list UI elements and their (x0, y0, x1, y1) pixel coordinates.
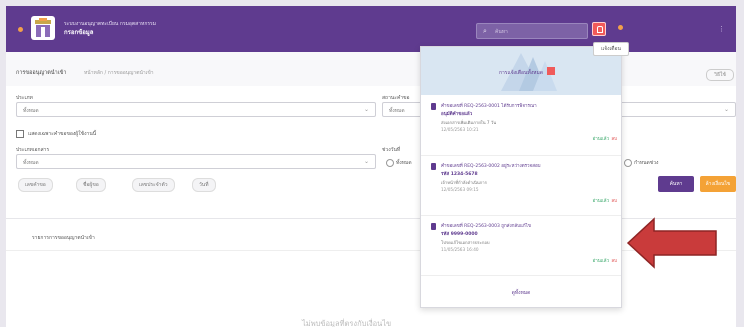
notification-popup: การแจ้งเตือนทั้งหมด คำขอเลขที่ REQ-2563-… (420, 46, 622, 308)
filter-tag[interactable]: วันที่ (192, 178, 216, 192)
own-requests-checkbox[interactable] (16, 130, 24, 138)
period-all-label: ทั้งหมด (396, 160, 412, 166)
filter-tag[interactable]: ชื่อผู้ขอ (76, 178, 106, 192)
notification-delete[interactable]: ลบ (611, 257, 617, 264)
document-icon (431, 103, 436, 110)
notification-item[interactable]: คำขอเลขที่ REQ-2563-0002 อยู่ระหว่างตรวจ… (421, 157, 621, 216)
chevron-down-icon: ⌄ (723, 106, 729, 113)
status-select-value: ทั้งหมด (389, 108, 405, 114)
notification-bell-icon[interactable] (592, 22, 606, 36)
menu-dot-icon[interactable] (18, 27, 23, 32)
notification-date: 12/05/2563 09:15 (441, 187, 479, 192)
notification-subtitle: รหัส 1234-5678 (441, 172, 478, 177)
more-options-icon[interactable]: ⋮ (718, 25, 725, 33)
organization-name: ระบบงานอนุญาตทะเบียน กรมอุตสาหกรรม (64, 21, 157, 27)
page-title: การขออนุญาตนำเข้า (16, 70, 67, 76)
empty-state-text: ไม่พบข้อมูลที่ตรงกับเงื่อนไข (302, 319, 392, 327)
notification-detail: ส่งเอกสารเพิ่มเติมภายใน 7 วัน (441, 120, 497, 125)
notification-title: คำขอเลขที่ REQ-2563-0003 ถูกส่งกลับแก้ไข (441, 224, 531, 229)
notification-date: 12/05/2563 10:21 (441, 127, 479, 132)
notification-date: 11/05/2563 16:40 (441, 247, 479, 252)
notification-status: อ่านแล้ว (592, 137, 610, 142)
pointer-arrow-icon (626, 217, 717, 269)
notification-status: อ่านแล้ว (592, 199, 610, 204)
popup-banner: การแจ้งเตือนทั้งหมด (421, 47, 621, 95)
app-window: ระบบงานอนุญาตทะเบียน กรมอุตสาหกรรม กรอกข… (6, 6, 736, 327)
status-label: สถานะคำขอ (382, 95, 410, 101)
notification-item[interactable]: คำขอเลขที่ REQ-2563-0003 ถูกส่งกลับแก้ไข… (421, 217, 621, 276)
notification-detail: โปรดแก้ไขเอกสารประกอบ (441, 240, 490, 245)
search-icon: ⌕ (483, 27, 487, 35)
document-icon (431, 163, 436, 170)
bell-tooltip: แจ้งเตือน (593, 42, 629, 56)
type-select-value: ทั้งหมด (23, 108, 39, 114)
view-all-link[interactable]: ดูทั้งหมด (421, 289, 621, 297)
type-label: ประเภท (16, 95, 33, 101)
notification-delete[interactable]: ลบ (611, 135, 617, 142)
chevron-down-icon: ⌄ (363, 106, 369, 113)
reset-button[interactable]: ล้างเงื่อนไข (700, 176, 736, 192)
filter-tag[interactable]: เลขประจำตัว (132, 178, 175, 192)
app-name: กรอกข้อมูล (64, 29, 94, 36)
notification-item[interactable]: คำขอเลขที่ REQ-2563-0001 ได้รับการพิจารณ… (421, 97, 621, 156)
notification-delete[interactable]: ลบ (611, 197, 617, 204)
notification-status: อ่านแล้ว (592, 259, 610, 264)
period-label: ช่วงวันที่ (382, 147, 401, 153)
filter-tag[interactable]: เลขคำขอ (18, 178, 53, 192)
notification-subtitle: รหัส 9999-0000 (441, 232, 478, 237)
notification-subtitle: อนุมัติคำขอแล้ว (441, 112, 473, 117)
search-input[interactable]: ⌕ ค้นหา (476, 23, 588, 39)
search-button[interactable]: ค้นหา (658, 176, 694, 192)
notification-title: คำขอเลขที่ REQ-2563-0001 ได้รับการพิจารณ… (441, 104, 537, 109)
period-range-label: กำหนดช่วง (634, 160, 659, 166)
search-placeholder: ค้นหา (495, 29, 508, 35)
doc-select[interactable]: ทั้งหมด ⌄ (16, 154, 376, 169)
own-requests-label: แสดงเฉพาะคำขอของผู้ใช้งานนี้ (28, 131, 97, 137)
period-range-radio[interactable] (624, 159, 632, 167)
breadcrumb[interactable]: หน้าหลัก / การขออนุญาตนำเข้า (84, 69, 154, 77)
type-select[interactable]: ทั้งหมด ⌄ (16, 102, 376, 117)
document-icon (431, 223, 436, 230)
profile-dot-icon[interactable] (618, 25, 623, 30)
notification-title: คำขอเลขที่ REQ-2563-0002 อยู่ระหว่างตรวจ… (441, 164, 541, 169)
help-button[interactable]: วิธีใช้ (706, 69, 734, 81)
notification-detail: เจ้าหน้าที่กำลังดำเนินการ (441, 180, 487, 185)
doc-label: ประเภทเอกสาร (16, 147, 50, 153)
chevron-down-icon: ⌄ (363, 158, 369, 165)
popup-title: การแจ้งเตือนทั้งหมด (498, 70, 544, 76)
period-all-radio[interactable] (386, 159, 394, 167)
logo (31, 16, 55, 40)
list-title: รายการการขออนุญาตนำเข้า (32, 235, 95, 241)
doc-select-value: ทั้งหมด (23, 160, 39, 166)
